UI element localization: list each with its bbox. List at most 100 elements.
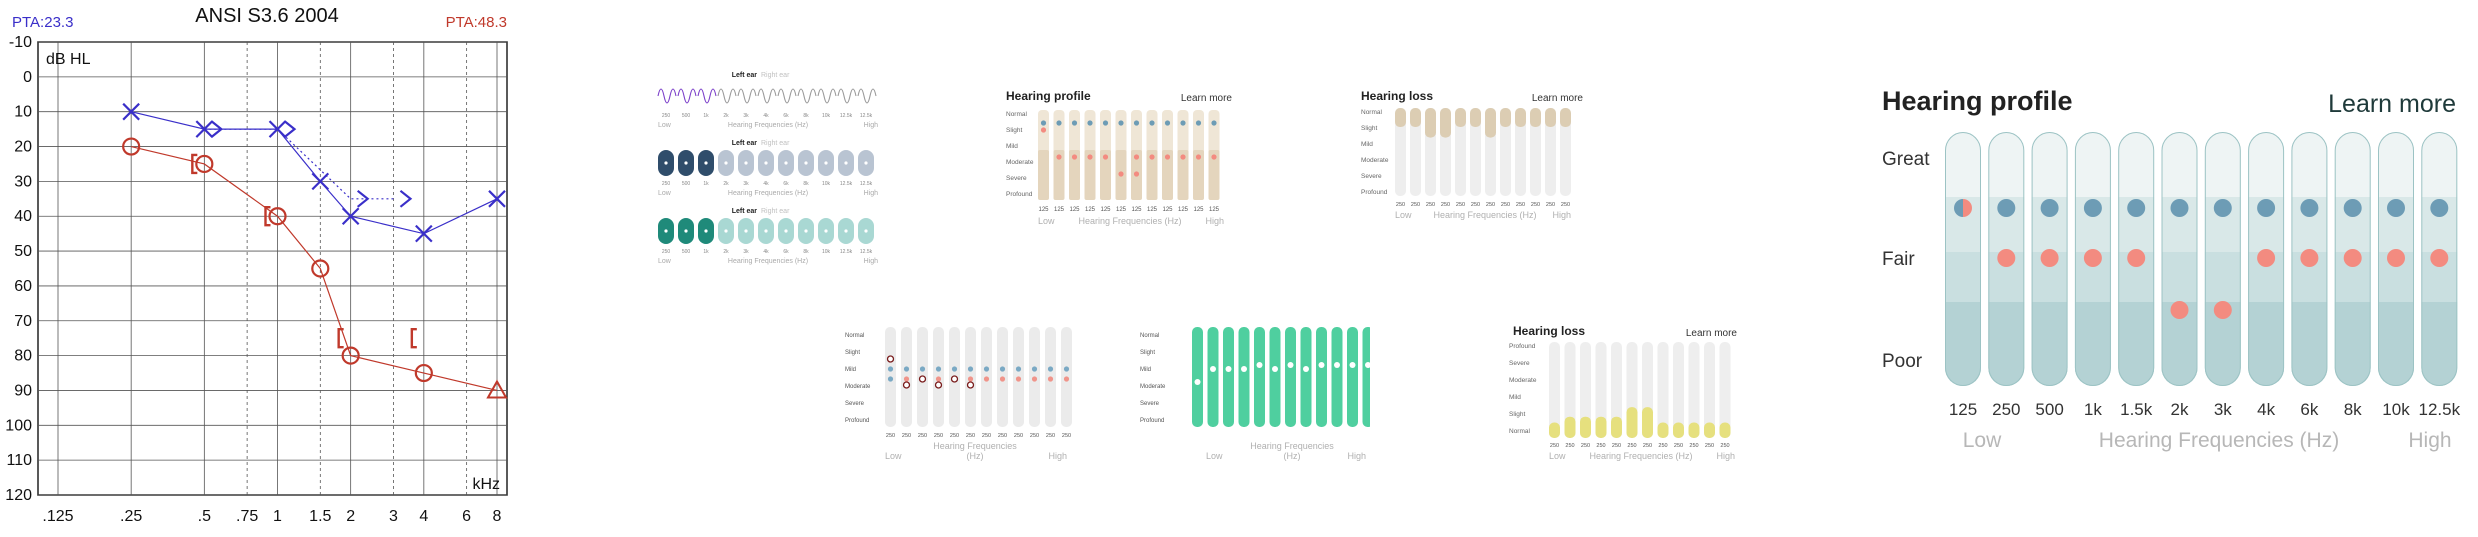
freq-label: 8k [2344, 400, 2362, 419]
blue-dot [1087, 120, 1093, 126]
pta-right: PTA:48.3 [446, 14, 507, 31]
red-dot [2387, 249, 2405, 267]
blue-dot [1102, 120, 1109, 126]
freq-label: 4k [763, 113, 769, 119]
pill-dot [744, 229, 748, 233]
level-label: Profound [845, 418, 869, 424]
blue-dot [1063, 366, 1070, 372]
blue-dot [2127, 199, 2146, 217]
freq-label: 12.5k [840, 113, 853, 119]
x-tick-label: 8 [493, 508, 502, 525]
level-label: Profound [1509, 343, 1536, 350]
track-fill [1470, 108, 1481, 128]
freq-label: 125 [1193, 207, 1204, 213]
low-label: Low [1549, 451, 1566, 461]
freq-label: 250 [1531, 202, 1540, 208]
track [1285, 327, 1296, 427]
low-label: Low [1395, 210, 1412, 220]
wave-icon [657, 88, 677, 104]
red-dot [2343, 249, 2362, 267]
blue-dot [1195, 120, 1202, 126]
learn-more-link[interactable]: Learn more [2328, 90, 2456, 118]
red-dot [1164, 154, 1171, 160]
freq-label: 125 [1162, 207, 1173, 213]
red-dot [1056, 154, 1062, 160]
level-label: Mild [1509, 394, 1521, 401]
high-label: High [1347, 451, 1366, 461]
track-band-bottom [2291, 302, 2328, 386]
freq-label: 250 [1501, 202, 1510, 208]
axis-label: Hearing Frequencies (Hz) [1433, 210, 1536, 220]
y-tick-label: 120 [5, 487, 32, 504]
level-label: Normal [1509, 428, 1531, 435]
blue-dot [2343, 199, 2362, 217]
y-tick-label: -10 [9, 34, 32, 51]
red-dot [1047, 376, 1054, 382]
red-dot [2300, 249, 2319, 267]
hearing-profile-title: Hearing profile [1882, 86, 2073, 116]
y-tick-label: 90 [14, 382, 32, 399]
thumb6-learn-more[interactable]: Learn more [1686, 328, 1738, 339]
axis-label: Hearing Frequencies (Hz) [1589, 451, 1692, 461]
red-dot [1195, 154, 1202, 160]
freq-label: 125 [1100, 207, 1111, 213]
ring-marker [918, 375, 927, 383]
freq-label: 125 [1054, 207, 1065, 213]
thumb3-learn-more[interactable]: Learn more [1532, 93, 1584, 104]
thumb2-learn-more[interactable]: Learn more [1181, 93, 1233, 104]
track-fill [1719, 422, 1731, 438]
axis-label: Hearing Frequencies (Hz) [2099, 429, 2339, 452]
y-tick-label: 50 [14, 243, 32, 260]
blue-dot [1056, 120, 1062, 126]
axis-label: Hearing Frequencies (Hz) [728, 122, 808, 129]
pill-dot [864, 161, 868, 165]
x-tick-label: 1 [273, 508, 282, 525]
white-dot [1225, 366, 1232, 372]
blue-dot [2387, 199, 2405, 217]
blue-dot [887, 366, 894, 372]
blue-dot [1118, 120, 1124, 126]
blue-dot [1071, 120, 1078, 126]
pill-dot [724, 161, 728, 165]
track-fill [1440, 108, 1451, 138]
level-label: Severe [845, 401, 865, 407]
track-fill [1642, 407, 1653, 438]
level-label: Normal [1361, 109, 1383, 116]
y-tick-label: 40 [14, 208, 32, 225]
track-band-bottom [2074, 302, 2111, 386]
freq-label: 12.5k [860, 113, 873, 119]
track-band-bottom [1988, 302, 2025, 386]
red-dot [1015, 376, 1022, 382]
freq-label: 3k [743, 113, 749, 119]
freq-label: 250 [1516, 202, 1525, 208]
freq-label: 250 [1561, 202, 1570, 208]
pill-dot [704, 161, 708, 165]
row-alt: Right ear [761, 72, 790, 79]
freq-label: 250 [1062, 433, 1071, 439]
axis-label: Hearing Frequencies (Hz) [728, 258, 808, 265]
freq-label: 250 [1411, 202, 1420, 208]
thumbnail-green-profile: Normal Slight Mild Moderate Severe Profound He… [1140, 327, 1370, 461]
high-label: High [1552, 210, 1571, 220]
track-band-bottom [2378, 302, 2414, 386]
freq-label: 3k [2214, 400, 2232, 419]
freq-label: 1.5k [2120, 400, 2153, 419]
freq-label: 500 [682, 181, 691, 187]
high-label: High [2408, 429, 2451, 452]
track-band-bottom [1945, 302, 1981, 386]
freq-label: 250 [662, 113, 671, 119]
level-label: Severe [1509, 360, 1530, 367]
wave-icon [697, 88, 717, 104]
thumbnail-hearing-loss-yellow: Hearing loss Learn more Profound Severe Mo… [1509, 324, 1738, 461]
x-tick-label: .75 [236, 508, 258, 525]
freq-label: 1k [703, 249, 709, 255]
track-column [2161, 132, 2198, 386]
white-dot [1287, 362, 1294, 368]
track-fill [1704, 422, 1715, 438]
pill-dot [664, 161, 668, 165]
freq-label: 250 [902, 433, 911, 439]
freq-label: 250 [1471, 202, 1480, 208]
y-tick-label: 60 [14, 278, 32, 295]
freq-label: 500 [682, 249, 691, 255]
track-band [1038, 150, 1049, 200]
